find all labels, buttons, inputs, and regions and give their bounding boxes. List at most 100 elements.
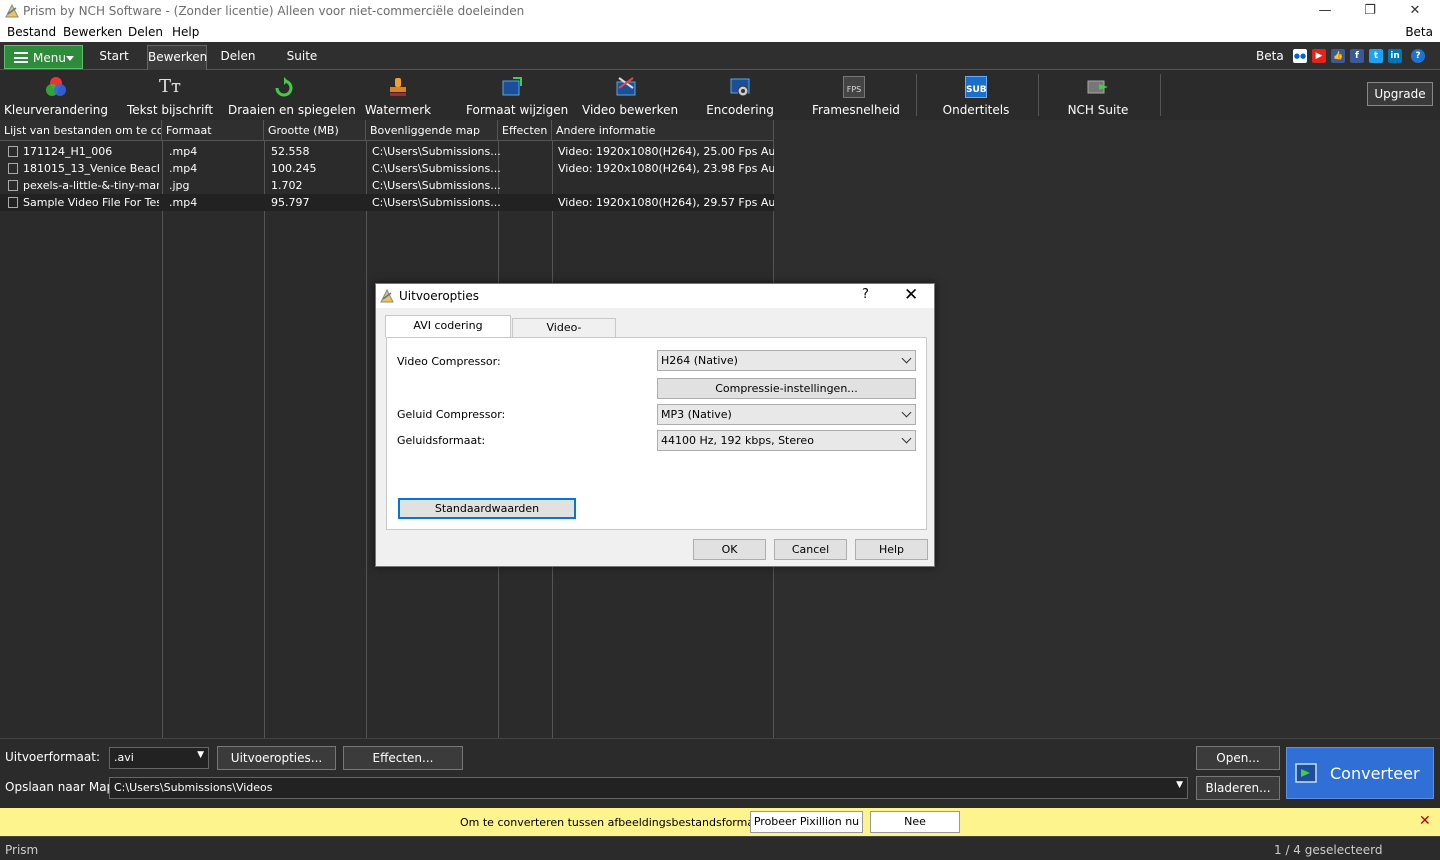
youtube-icon[interactable]: ▶ — [1312, 49, 1326, 63]
chevron-down-icon — [901, 433, 912, 444]
dialog-title: Uitvoeropties — [399, 289, 479, 303]
linkedin-icon[interactable]: in — [1388, 49, 1402, 63]
tab-bewerken[interactable]: Bewerken — [147, 45, 207, 70]
chevron-down-icon: ▼ — [197, 750, 204, 760]
file-info: Video: 1920x1080(H264), 29.57 Fps Au... — [558, 196, 786, 209]
column-header-format[interactable]: Formaat — [162, 120, 264, 141]
column-header-folder[interactable]: Bovenliggende map — [366, 120, 498, 141]
rotate-flip-icon — [275, 77, 293, 97]
browse-button[interactable]: Bladeren... — [1196, 776, 1280, 800]
framerate-button[interactable]: FPS Framesnelheid — [812, 70, 900, 118]
hamburger-icon — [14, 52, 28, 63]
thumbs-up-icon[interactable]: 👍 — [1331, 49, 1345, 63]
upgrade-button[interactable]: Upgrade — [1367, 82, 1433, 106]
rotate-flip-button[interactable]: Draaien en spiegelen — [228, 70, 356, 118]
film-icon — [8, 146, 18, 157]
column-divider — [162, 141, 163, 738]
save-folder-input[interactable]: C:\Users\Submissions\Videos ▼ — [109, 777, 1188, 799]
flickr-icon[interactable]: ●● — [1293, 49, 1307, 63]
output-format-select[interactable]: .avi ▼ — [109, 747, 209, 769]
table-row[interactable]: 181015_13_Venice Beach... .mp4 100.245 C… — [0, 160, 786, 177]
film-icon — [8, 163, 18, 174]
tab-start[interactable]: Start — [92, 45, 136, 70]
color-change-button[interactable]: Kleurverandering — [4, 70, 108, 118]
file-name: 171124_H1_006 — [23, 145, 113, 158]
tab-avi-encoding[interactable]: AVI codering instellingen — [385, 315, 511, 351]
text-caption-label: Tekst bijschrift — [126, 103, 214, 117]
output-options-button[interactable]: Uitvoeropties... — [217, 746, 336, 770]
window-close-button[interactable]: ✕ — [1392, 0, 1438, 22]
dialog-close-icon[interactable]: ✕ — [904, 285, 918, 305]
file-name: 181015_13_Venice Beach... — [23, 162, 159, 175]
compression-settings-button[interactable]: Compressie-instellingen... — [657, 378, 916, 399]
text-caption-button[interactable]: Tт Tekst bijschrift — [120, 70, 220, 118]
prism-app-icon — [5, 4, 19, 18]
no-button[interactable]: Nee — [870, 811, 960, 833]
toolbar: Kleurverandering Tт Tekst bijschrift Dra… — [0, 70, 1440, 118]
video-compressor-select[interactable]: H264 (Native) — [657, 350, 916, 371]
save-folder-path: C:\Users\Submissions\Videos — [114, 781, 273, 794]
encoding-button[interactable]: Encodering — [704, 70, 776, 118]
minimize-button[interactable]: — — [1302, 0, 1348, 22]
column-header-effects[interactable]: Effecten — [498, 120, 552, 141]
table-row[interactable]: 171124_H1_006 .mp4 52.558 C:\Users\Submi… — [0, 143, 786, 160]
column-header-size[interactable]: Grootte (MB) — [264, 120, 366, 141]
table-row-selected[interactable]: Sample Video File For Tes... .mp4 95.797… — [0, 194, 786, 211]
promo-banner: Om te converteren tussen afbeeldingsbest… — [0, 808, 1440, 836]
effects-button[interactable]: Effecten... — [343, 746, 463, 770]
help-button[interactable]: Help — [855, 539, 928, 560]
video-edit-button[interactable]: Video bewerken — [582, 70, 678, 118]
try-pixillion-button[interactable]: Probeer Pixillion nu — [750, 811, 863, 833]
chevron-down-icon — [901, 407, 912, 418]
audio-format-label: Geluidsformaat: — [397, 434, 486, 447]
convert-button[interactable]: Converteer — [1286, 747, 1434, 799]
menu-button[interactable]: Menu — [4, 45, 83, 69]
dialog-help-icon[interactable]: ? — [862, 287, 869, 302]
film-icon — [8, 180, 18, 191]
facebook-icon[interactable]: f — [1350, 49, 1364, 63]
menu-bewerken[interactable]: Bewerken — [63, 25, 122, 39]
defaults-button[interactable]: Standaardwaarden — [398, 498, 576, 519]
nch-suite-button[interactable]: NCH Suite — [1062, 70, 1134, 118]
prism-app-icon — [380, 289, 394, 303]
file-format: .mp4 — [169, 145, 198, 158]
twitter-icon[interactable]: t — [1369, 49, 1383, 63]
help-icon[interactable]: ? — [1411, 49, 1425, 63]
menu-bestand[interactable]: Bestand — [7, 25, 56, 39]
resize-button[interactable]: Formaat wijzigen — [466, 70, 569, 118]
ribbon-tabs: Menu Start Bewerken Delen Suite Beta ●● … — [0, 42, 1440, 70]
caret-down-icon — [66, 56, 74, 61]
menu-help[interactable]: Help — [172, 25, 199, 39]
file-size: 1.702 — [271, 179, 303, 192]
nch-suite-icon — [1087, 80, 1108, 94]
status-bar: Prism 1 / 4 geselecteerd — [0, 836, 1440, 860]
banner-text: Om te converteren tussen afbeeldingsbest… — [460, 816, 773, 829]
beta-label: Beta — [1405, 25, 1433, 39]
tab-suite[interactable]: Suite — [280, 45, 324, 70]
restore-button[interactable]: ❐ — [1347, 0, 1393, 22]
subtitles-label: Ondertitels — [942, 103, 1010, 117]
close-banner-icon[interactable]: ✕ — [1419, 813, 1431, 829]
file-size: 52.558 — [271, 145, 310, 158]
menu-delen[interactable]: Delen — [128, 25, 163, 39]
file-format: .mp4 — [169, 162, 198, 175]
title-bar: Prism by NCH Software - (Zonder licentie… — [0, 0, 1440, 22]
ok-button[interactable]: OK — [693, 539, 766, 560]
cancel-button[interactable]: Cancel — [774, 539, 847, 560]
open-button[interactable]: Open... — [1196, 746, 1280, 770]
tab-video-output[interactable]: Video-uitvoeropties — [512, 318, 616, 351]
audio-compressor-select[interactable]: MP3 (Native) — [657, 404, 916, 425]
audio-format-select[interactable]: 44100 Hz, 192 kbps, Stereo — [657, 430, 916, 451]
subtitles-button[interactable]: SUB Ondertitels — [940, 70, 1012, 118]
video-compressor-value: H264 (Native) — [661, 354, 738, 367]
rotate-flip-label: Draaien en spiegelen — [228, 103, 356, 117]
watermark-button[interactable]: Watermerk — [358, 70, 438, 118]
column-header-files[interactable]: Lijst van bestanden om te con... — [0, 120, 162, 141]
nch-suite-label: NCH Suite — [1067, 103, 1129, 117]
table-row[interactable]: pexels-a-little-&-tiny-man... .jpg 1.702… — [0, 177, 774, 194]
toolbar-separator — [916, 74, 917, 116]
resize-label: Formaat wijzigen — [466, 103, 569, 117]
column-header-info[interactable]: Andere informatie — [552, 120, 774, 141]
audio-compressor-label: Geluid Compressor: — [397, 408, 506, 421]
tab-delen[interactable]: Delen — [216, 45, 260, 70]
